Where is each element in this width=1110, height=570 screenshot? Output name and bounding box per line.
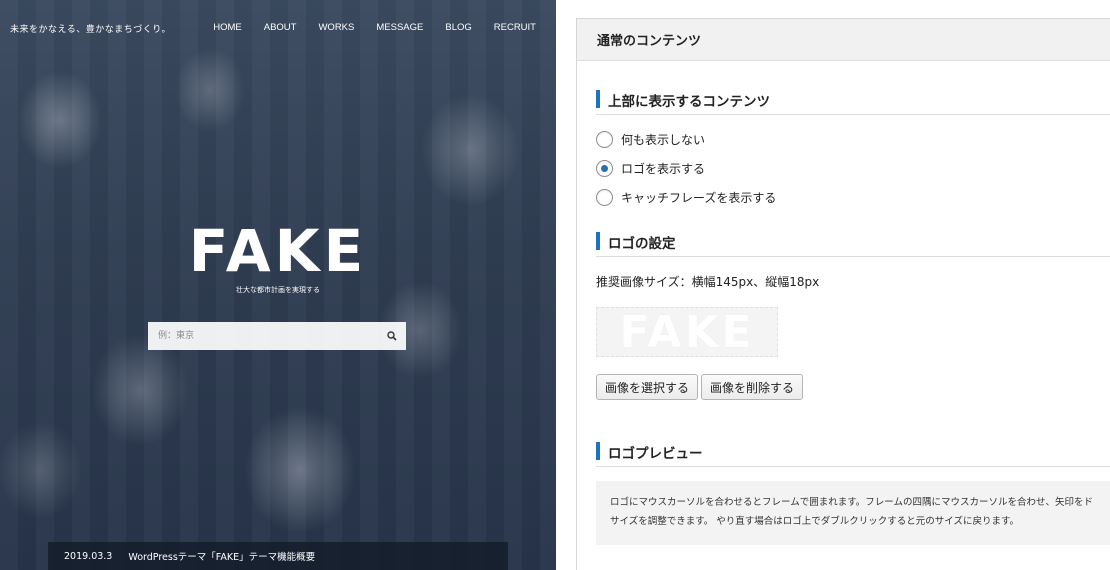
radio-label: 何も表示しない	[621, 133, 706, 147]
section-heading-logo-settings: ロゴの設定	[596, 227, 1110, 257]
site-preview: 未来をかなえる、豊かなまちづくり。 HOME ABOUT WORKS MESSA…	[0, 0, 556, 570]
nav-blog[interactable]: BLOG	[445, 22, 471, 33]
panel-title: 通常のコンテンツ	[577, 19, 1110, 61]
radio-label: キャッチフレーズを表示する	[621, 191, 777, 205]
search-box	[148, 322, 406, 350]
logo-preview-note: ロゴにマウスカーソルを合わせるとフレームで囲まれます。フレームの四隅にマウスカー…	[596, 481, 1110, 545]
global-nav: HOME ABOUT WORKS MESSAGE BLOG RECRUIT	[213, 22, 536, 33]
hero-logo: FAKE	[188, 217, 368, 285]
pane-divider	[556, 0, 576, 570]
select-image-button[interactable]: 画像を選択する	[596, 374, 699, 400]
news-ticker[interactable]: 2019.03.3 WordPressテーマ「FAKE」テーマ機能概要	[48, 542, 508, 570]
logo-image-preview: FAKE	[596, 307, 778, 358]
search-icon[interactable]	[378, 322, 406, 350]
radio-option-none[interactable]: 何も表示しない	[596, 131, 705, 148]
settings-panel: 通常のコンテンツ 上部に表示するコンテンツ 何も表示しない ロゴを表示する キャ…	[576, 18, 1110, 570]
recommended-size-text: 推奨画像サイズ：横幅145px、縦幅18px	[596, 275, 820, 289]
delete-image-button[interactable]: 画像を削除する	[701, 374, 804, 400]
nav-home[interactable]: HOME	[213, 22, 242, 33]
radio-option-catchphrase[interactable]: キャッチフレーズを表示する	[596, 189, 776, 206]
section-heading-logo-preview: ロゴプレビュー	[596, 437, 1110, 467]
site-tagline: 未来をかなえる、豊かなまちづくり。	[10, 25, 172, 35]
note-line-2: サイズを調整できます。 やり直す場合はロゴ上でダブルクリックすると元のサイズに戻…	[610, 516, 1020, 527]
hero-subtitle: 壮大な都市計画を実現する	[236, 286, 320, 294]
radio-option-logo[interactable]: ロゴを表示する	[596, 160, 705, 177]
nav-about[interactable]: ABOUT	[264, 22, 297, 33]
news-date: 2019.03.3	[64, 550, 113, 562]
search-input[interactable]	[148, 322, 378, 350]
news-title[interactable]: WordPressテーマ「FAKE」テーマ機能概要	[128, 549, 315, 563]
note-line-1: ロゴにマウスカーソルを合わせるとフレームで囲まれます。フレームの四隅にマウスカー…	[610, 497, 1093, 508]
radio-button[interactable]	[596, 131, 613, 148]
nav-message[interactable]: MESSAGE	[376, 22, 423, 33]
section-heading-top-content: 上部に表示するコンテンツ	[596, 85, 1110, 115]
radio-button[interactable]	[596, 189, 613, 206]
nav-works[interactable]: WORKS	[318, 22, 354, 33]
nav-recruit[interactable]: RECRUIT	[494, 22, 536, 33]
radio-label: ロゴを表示する	[621, 162, 706, 176]
radio-button-checked[interactable]	[596, 160, 613, 177]
